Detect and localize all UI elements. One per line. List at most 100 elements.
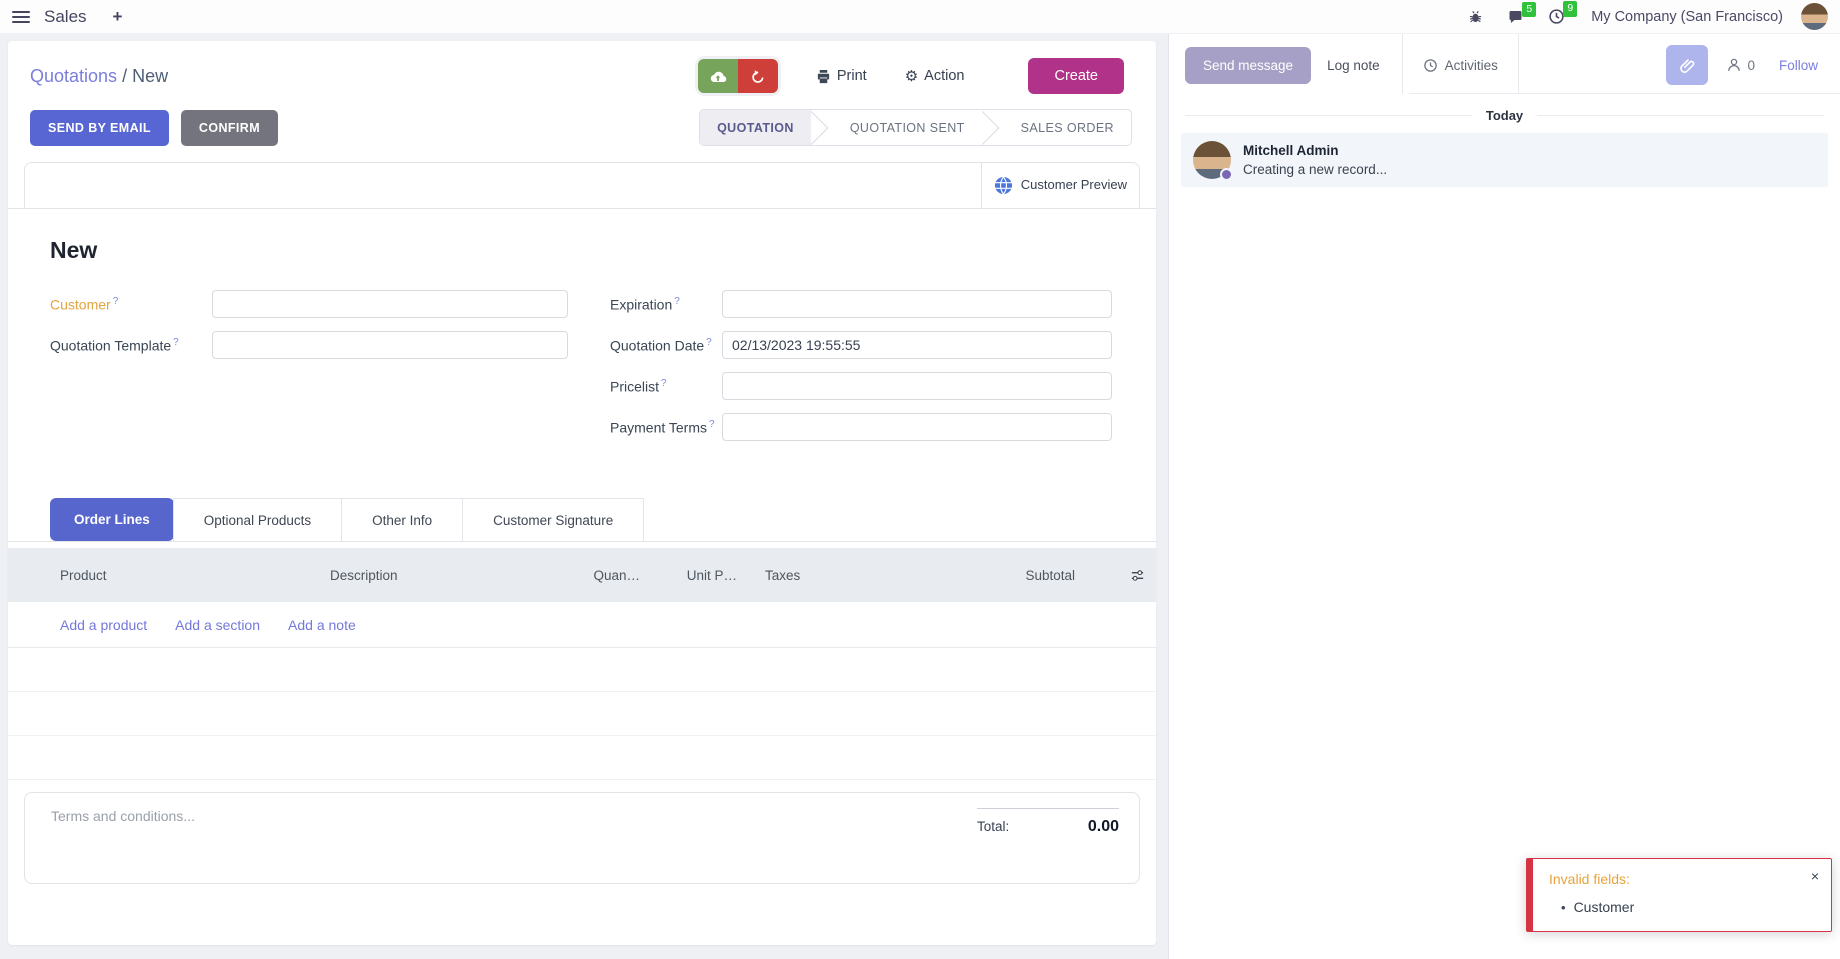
attach-files-button[interactable] [1666,45,1708,85]
breadcrumb-quotations[interactable]: Quotations [30,66,117,86]
payment-terms-input[interactable] [722,413,1112,441]
order-footer: Terms and conditions... Total: 0.00 [24,792,1140,884]
print-label: Print [837,68,867,84]
add-a-section-link[interactable]: Add a section [175,617,260,633]
date-divider: Today [1185,108,1824,123]
customer-preview-label: Customer Preview [1021,178,1127,193]
send-by-email-button[interactable]: SEND BY EMAIL [30,110,169,146]
print-button[interactable]: Print [816,68,867,84]
button-box: Customer Preview [24,162,1140,208]
help-icon[interactable]: ? [709,419,715,430]
person-icon [1726,57,1742,73]
printer-icon [816,69,831,84]
help-icon[interactable]: ? [706,337,712,348]
breadcrumb: Quotations / New [30,66,698,87]
user-avatar[interactable] [1801,3,1828,30]
activities-badge: 9 [1563,1,1577,17]
chatter-message: Mitchell Admin Creating a new record... [1181,133,1828,187]
pricelist-field-label: Pricelist? [610,378,722,395]
quotation-template-input[interactable] [212,331,568,359]
author-avatar [1193,141,1231,179]
app-name[interactable]: Sales [44,7,87,27]
discard-undo-button[interactable] [738,59,778,93]
debug-bug-icon[interactable] [1468,9,1483,24]
add-a-product-link[interactable]: Add a product [60,617,147,633]
main-area: Quotations / New Pri [0,34,1840,959]
toast-invalid-field: • Customer [1561,899,1817,915]
tab-order-lines[interactable]: Order Lines [50,498,174,541]
optional-columns-icon[interactable] [1122,568,1152,583]
apps-menu-icon[interactable] [12,11,30,23]
send-message-button[interactable]: Send message [1185,47,1311,84]
total-label: Total: [977,819,1009,834]
column-taxes: Taxes [737,568,857,583]
create-button[interactable]: Create [1028,58,1124,94]
add-a-note-link[interactable]: Add a note [288,617,356,633]
confirm-button[interactable]: CONFIRM [181,110,278,146]
order-lines-add-row: Add a product Add a section Add a note [8,602,1156,648]
breadcrumb-slash: / [122,66,127,86]
help-icon[interactable]: ? [661,378,667,389]
message-body: Creating a new record... [1243,162,1387,177]
followers-button[interactable]: 0 [1726,57,1755,73]
new-tab-plus-icon[interactable]: + [113,8,123,25]
payment-terms-field-label: Payment Terms? [610,419,722,436]
divider [1518,34,1519,94]
record-title: New [50,237,1116,264]
column-subtotal: Subtotal [857,568,1122,583]
action-label: Action [924,68,964,84]
schedule-activity-button[interactable]: Activities [1409,58,1512,73]
message-content: Mitchell Admin Creating a new record... [1243,141,1387,179]
messages-icon[interactable]: 5 [1507,9,1524,25]
company-switcher[interactable]: My Company (San Francisco) [1591,9,1783,25]
activities-clock-icon[interactable]: 9 [1548,8,1565,25]
order-lines-header: Product Description Quan… Unit P… Taxes … [8,548,1156,602]
tab-customer-signature[interactable]: Customer Signature [462,498,644,541]
statusbar-row: SEND BY EMAIL CONFIRM QUOTATION QUOTATIO… [8,107,1156,162]
column-unit-price: Unit P… [640,568,737,583]
quotation-template-field-label: Quotation Template? [50,337,212,354]
save-cloud-button[interactable] [698,59,738,93]
message-author: Mitchell Admin [1243,141,1387,158]
column-description: Description [330,568,545,583]
invalid-field-name: Customer [1574,899,1635,915]
status-pipeline: QUOTATION QUOTATION SENT SALES ORDER [699,109,1132,146]
control-panel: Quotations / New Pri [8,41,1156,107]
expiration-field-label: Expiration? [610,296,722,313]
tab-other-info[interactable]: Other Info [341,498,463,541]
customer-preview-button[interactable]: Customer Preview [981,163,1139,208]
stage-sales-order[interactable]: SALES ORDER [1004,110,1131,145]
close-icon[interactable]: × [1811,869,1819,883]
help-icon[interactable]: ? [674,296,680,307]
date-divider-label: Today [1486,108,1523,123]
help-icon[interactable]: ? [113,296,119,307]
chevron-right-icon [982,110,1004,145]
topbar-right: 5 9 My Company (San Francisco) [1444,3,1828,30]
save-discard-group [698,59,778,93]
follow-button[interactable]: Follow [1779,58,1818,73]
quotation-date-input[interactable] [722,331,1112,359]
bullet-icon: • [1561,900,1566,915]
tab-optional-products[interactable]: Optional Products [173,498,342,541]
clock-icon [1423,58,1438,73]
divider [1402,34,1403,94]
control-buttons: Print ⚙ Action [698,59,965,93]
pricelist-input[interactable] [722,372,1112,400]
help-icon[interactable]: ? [173,337,179,348]
total-block: Total: 0.00 [977,808,1119,883]
chevron-right-icon [811,110,833,145]
form-pane: Quotations / New Pri [0,34,1168,959]
gear-icon: ⚙ [905,69,918,84]
action-button[interactable]: ⚙ Action [905,68,965,84]
stage-quotation[interactable]: QUOTATION [700,110,811,145]
form-col-left: Customer? Quotation Template? [50,290,568,454]
customer-input[interactable] [212,290,568,318]
empty-row [8,736,1156,780]
expiration-input[interactable] [722,290,1112,318]
messages-badge: 5 [1522,2,1536,18]
activities-label: Activities [1445,58,1498,73]
stage-quotation-sent[interactable]: QUOTATION SENT [833,110,982,145]
log-note-button[interactable]: Log note [1311,47,1396,84]
toast-title: Invalid fields: [1549,871,1817,887]
terms-and-conditions-field[interactable]: Terms and conditions... [51,808,195,883]
